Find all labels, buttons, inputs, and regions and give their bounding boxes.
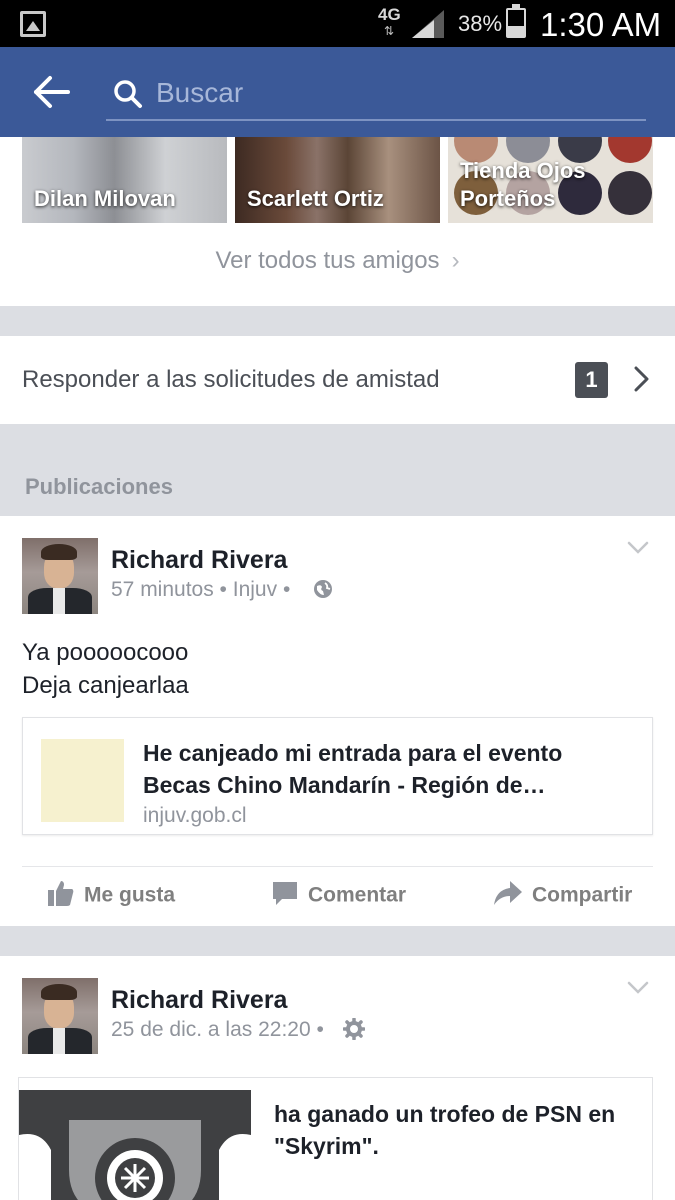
gear-icon: [343, 1018, 365, 1040]
comment-button[interactable]: Comentar: [270, 881, 406, 911]
comment-icon: [273, 882, 297, 905]
like-label: Me gusta: [84, 883, 176, 907]
comment-label: Comentar: [308, 883, 407, 907]
skyrim-emblem-icon: [19, 1090, 251, 1200]
post-card: Richard Rivera 25 de dic. a las 22:20 •: [0, 956, 675, 1200]
see-all-label: Ver todos tus amigos: [215, 247, 440, 274]
network-type: 4G: [378, 5, 401, 24]
back-button[interactable]: [30, 72, 74, 112]
section-title: Publicaciones: [25, 474, 173, 499]
avatar[interactable]: [22, 978, 98, 1054]
friend-requests-label: Responder a las solicitudes de amistad: [22, 366, 440, 393]
battery-icon: [506, 4, 526, 38]
friend-tile[interactable]: Tienda Ojos Porteños: [448, 137, 653, 223]
status-bar: 4G ⇅ 38% 1:30 AM: [0, 0, 675, 47]
friend-name: Tienda Ojos Porteños: [460, 158, 586, 211]
like-button[interactable]: Me gusta: [46, 881, 175, 911]
app-header: [0, 47, 675, 137]
share-label: Compartir: [532, 883, 633, 907]
chevron-right-icon: [634, 366, 649, 392]
search-bar[interactable]: [106, 69, 646, 121]
post-text: Ya poooooc​ooo Deja canjearlaa: [22, 636, 189, 702]
skyrim-trophy-image: [19, 1090, 251, 1200]
requests-count-badge: 1: [575, 362, 608, 398]
search-icon: [114, 80, 142, 108]
gallery-notification-icon: [20, 11, 46, 37]
post-meta: 57 minutos • Injuv •: [111, 578, 291, 601]
battery-percent: 38%: [458, 11, 503, 36]
chevron-down-icon[interactable]: [626, 980, 650, 996]
friends-section: Dilan Milovan Scarlett Ortiz Tienda Ojos…: [0, 137, 675, 306]
thumbs-up-icon: [48, 881, 74, 906]
signal-icon: [412, 10, 444, 38]
friend-tile[interactable]: Scarlett Ortiz: [235, 137, 440, 223]
post-card: Richard Rivera 57 minutos • Injuv • Ya p…: [0, 516, 675, 926]
clock: 1:30 AM: [540, 6, 662, 43]
post-author[interactable]: Richard Rivera: [111, 546, 287, 575]
trophy-attachment[interactable]: ha ganado un trofeo de PSN en "Skyrim".: [18, 1077, 653, 1200]
link-preview[interactable]: He canjeado mi entrada para el evento Be…: [22, 717, 653, 835]
search-input[interactable]: [156, 73, 636, 113]
link-thumbnail: [41, 739, 124, 822]
chevron-right-icon: ›: [451, 247, 460, 274]
link-domain: injuv.gob.cl: [143, 804, 247, 827]
share-icon: [494, 881, 522, 905]
post-text-line: Deja canjearlaa: [22, 672, 189, 699]
friend-tile[interactable]: Dilan Milovan: [22, 137, 227, 223]
globe-icon: [314, 580, 332, 598]
see-all-friends-link[interactable]: Ver todos tus amigos ›: [0, 247, 675, 275]
chevron-down-icon[interactable]: [626, 540, 650, 556]
friend-name: Scarlett Ortiz: [247, 186, 384, 211]
back-arrow-icon: [34, 76, 70, 108]
friend-requests-row[interactable]: Responder a las solicitudes de amistad 1: [0, 336, 675, 424]
post-author[interactable]: Richard Rivera: [111, 986, 287, 1015]
data-activity-icon: ⇅: [384, 24, 396, 38]
trophy-text: ha ganado un trofeo de PSN en "Skyrim".: [274, 1101, 616, 1159]
link-title: He canjeado mi entrada para el evento Be…: [143, 740, 563, 798]
friend-name: Dilan Milovan: [34, 186, 176, 211]
share-button[interactable]: Compartir: [492, 881, 632, 911]
post-actions: Me gusta Comentar Compartir: [22, 866, 653, 926]
post-meta: 25 de dic. a las 22:20 •: [111, 1018, 324, 1041]
post-text-line: Ya poooooc​ooo: [22, 639, 189, 666]
avatar[interactable]: [22, 538, 98, 614]
